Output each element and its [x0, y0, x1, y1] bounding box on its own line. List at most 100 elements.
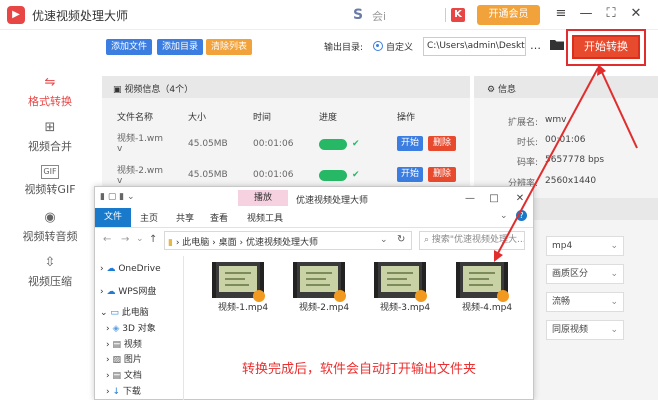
tree-item-downloads[interactable]: › ↓ 下载: [106, 384, 141, 397]
resolution-select-value: 同原视频: [552, 325, 589, 335]
menu-icon[interactable]: ≡: [553, 6, 569, 22]
folder-icon[interactable]: [549, 37, 565, 51]
row-2-open-button[interactable]: 开始: [397, 167, 423, 182]
nav-item-video-merge[interactable]: ⊞ 视频合并: [0, 120, 100, 154]
tab-file[interactable]: 文件: [95, 208, 131, 227]
computer-icon: ▭: [110, 308, 119, 318]
nav-item-video-to-gif[interactable]: GIF 视频转GIF: [0, 165, 100, 197]
video-file-icon: [374, 262, 427, 302]
help-icon[interactable]: ?: [516, 210, 527, 221]
breadcrumb-item[interactable]: 优速视频处理大师: [246, 238, 318, 248]
tree-label: 图片: [123, 355, 142, 365]
quality-select[interactable]: 画质区分 ⌄: [546, 264, 624, 284]
chevron-down-icon[interactable]: ⌄: [136, 234, 144, 244]
tree-item-onedrive[interactable]: › ☁ OneDrive: [100, 264, 161, 274]
quick-access-icons: ▮ ▢ ▮ ⌄: [100, 192, 135, 202]
annotation-caption: 转换完成后，软件会自动打开输出文件夹: [242, 362, 477, 377]
row-2-delete-button[interactable]: 删除: [428, 167, 456, 182]
folder-icon: ▮: [168, 238, 173, 248]
add-file-button[interactable]: 添加文件: [106, 39, 153, 55]
file-name[interactable]: 视频-3.mp4: [380, 300, 430, 313]
row-2-progress: [319, 170, 347, 181]
tree-item-videos[interactable]: › ▤ 视频: [106, 337, 142, 350]
breadcrumb-item[interactable]: 此电脑: [182, 238, 209, 248]
breadcrumb[interactable]: ▮ › 此电脑 › 桌面 › 优速视频处理大师: [168, 235, 318, 248]
tree-item-pictures[interactable]: › ▨ 图片: [106, 352, 142, 365]
tree-label: WPS网盘: [118, 287, 157, 297]
close-icon[interactable]: ✕: [628, 6, 644, 22]
file-item[interactable]: [374, 262, 427, 302]
row-2-check-icon: ✔: [352, 170, 360, 180]
tab-share[interactable]: 共享: [176, 211, 194, 224]
col-header-action: 操作: [397, 113, 416, 123]
col-header-progress: 进度: [319, 113, 338, 123]
row-1-open-button[interactable]: 开始: [397, 136, 423, 151]
info-panel-title: ⚙ 信息: [487, 82, 516, 95]
file-item[interactable]: [293, 262, 346, 302]
custom-dir-label[interactable]: 自定义: [386, 40, 413, 53]
breadcrumb-item[interactable]: 桌面: [219, 238, 237, 248]
video-file-icon: [293, 262, 346, 302]
forward-icon[interactable]: →: [121, 234, 129, 245]
gif-icon: GIF: [41, 165, 59, 179]
nav-item-video-compress[interactable]: ⇳ 视频压缩: [0, 255, 100, 289]
tree-item-wps[interactable]: › ☁ WPS网盘: [100, 284, 156, 297]
explorer-close-icon[interactable]: ✕: [512, 191, 528, 207]
picture-icon: ▨: [112, 355, 121, 365]
output-path-input[interactable]: C:\Users\admin\Deskto: [423, 37, 526, 56]
nav-label: 视频转GIF: [24, 183, 76, 196]
custom-dir-radio[interactable]: [373, 41, 383, 51]
tree-divider: [183, 256, 184, 400]
ribbon-expand-icon[interactable]: ⌄: [500, 211, 508, 221]
file-item[interactable]: [456, 262, 509, 302]
chevron-down-icon: ⌄: [610, 297, 618, 307]
fluency-select[interactable]: 流畅 ⌄: [546, 292, 624, 312]
tree-item-this-pc[interactable]: ⌄ ▭ 此电脑: [100, 305, 149, 318]
info-key: 码率:: [516, 158, 538, 168]
vip-button[interactable]: 开通会员: [477, 5, 540, 25]
clear-list-button[interactable]: 清除列表: [206, 39, 253, 55]
quality-select-value: 画质区分: [552, 269, 589, 279]
browse-more-button[interactable]: …: [530, 39, 541, 52]
nav-item-format-convert[interactable]: ⇋ 格式转换: [0, 75, 100, 109]
user-logo-icon[interactable]: S: [347, 6, 369, 24]
tab-view[interactable]: 查看: [210, 211, 228, 224]
user-name[interactable]: 会i: [372, 8, 386, 24]
nav-item-video-to-audio[interactable]: ◉ 视频转音频: [0, 210, 100, 244]
film-icon: ▤: [112, 340, 121, 350]
row-2-name-cont: v: [117, 176, 123, 186]
nav-label: 视频合并: [28, 140, 72, 153]
file-name[interactable]: 视频-2.mp4: [299, 300, 349, 313]
up-icon[interactable]: ↑: [149, 234, 157, 245]
back-icon[interactable]: ←: [103, 234, 111, 245]
download-icon: ↓: [112, 387, 121, 397]
explorer-maximize-icon[interactable]: □: [486, 191, 502, 207]
add-dir-button[interactable]: 添加目录: [157, 39, 204, 55]
format-select[interactable]: mp4 ⌄: [546, 236, 624, 256]
row-1-delete-button[interactable]: 删除: [428, 136, 456, 151]
k-icon[interactable]: K: [451, 8, 465, 22]
file-name[interactable]: 视频-1.mp4: [218, 300, 268, 313]
refresh-icon[interactable]: ↻: [397, 234, 405, 245]
maximize-icon[interactable]: ⛶: [603, 6, 619, 22]
file-item[interactable]: [212, 262, 265, 302]
output-dir-label: 输出目录:: [324, 43, 364, 53]
info-value: 2560x1440: [545, 176, 597, 186]
minimize-icon[interactable]: —: [578, 6, 594, 22]
row-1-name: 视频-1.wm: [117, 134, 163, 144]
tab-video-tools[interactable]: 视频工具: [247, 211, 283, 224]
cube-icon: ◈: [112, 324, 120, 334]
explorer-minimize-icon[interactable]: —: [462, 191, 478, 207]
resolution-select[interactable]: 同原视频 ⌄: [546, 320, 624, 340]
row-1-name-cont: v: [117, 144, 123, 154]
tab-home[interactable]: 主页: [140, 211, 158, 224]
explorer-search-input[interactable]: ⌕ 搜索"优速视频处理大...: [419, 231, 525, 250]
tree-item-documents[interactable]: › ▤ 文档: [106, 368, 142, 381]
explorer-play-tab[interactable]: 播放: [238, 190, 288, 206]
chevron-down-icon[interactable]: ⌄: [380, 235, 388, 245]
row-1-check-icon: ✔: [352, 139, 360, 149]
tree-item-3d[interactable]: › ◈ 3D 对象: [106, 321, 156, 334]
tree-label: 视频: [123, 340, 142, 350]
file-name[interactable]: 视频-4.mp4: [462, 300, 512, 313]
tree-label: 此电脑: [121, 308, 149, 318]
